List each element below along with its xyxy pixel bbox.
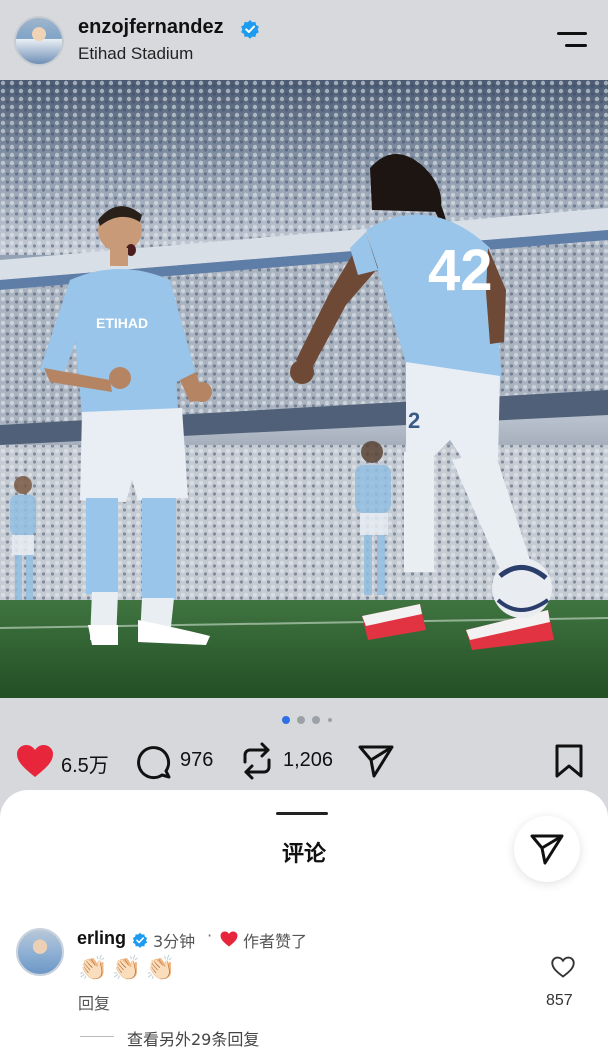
- comment-time: 3分钟: [153, 932, 196, 951]
- carousel-dot: [297, 716, 305, 724]
- share-send-icon[interactable]: [358, 744, 394, 778]
- author-liked-label: 作者赞了: [243, 932, 308, 951]
- comment-like-heart-icon[interactable]: [551, 956, 575, 978]
- author-liked-heart-icon: [220, 931, 238, 947]
- carousel-dot: [312, 716, 320, 724]
- comment-icon[interactable]: [136, 744, 172, 780]
- view-more-replies[interactable]: 查看另外29条回复: [127, 1026, 259, 1048]
- send-icon: [530, 834, 564, 865]
- post-actions: 6.5万 976 1,206: [0, 736, 608, 786]
- bookmark-icon[interactable]: [554, 744, 584, 778]
- comments-sheet: 评论 erling 3分钟 · 作者赞了 👏🏻👏🏻👏🏻 回复 857 查看另外2…: [0, 790, 608, 1048]
- reply-button[interactable]: 回复: [78, 990, 110, 1014]
- carousel-dot: [328, 718, 332, 722]
- comment-count[interactable]: 976: [180, 749, 213, 772]
- sheet-drag-handle[interactable]: [276, 812, 328, 815]
- svg-text:ETIHAD: ETIHAD: [96, 315, 148, 331]
- carousel-indicator: [282, 714, 352, 726]
- divider: [80, 1036, 114, 1037]
- username[interactable]: enzojfernandez: [78, 16, 224, 39]
- post-header: enzojfernandez Etihad Stadium: [0, 0, 608, 80]
- share-button[interactable]: [514, 816, 580, 882]
- verified-badge-icon: [132, 932, 148, 948]
- menu-icon[interactable]: [554, 28, 588, 52]
- verified-badge-icon: [241, 20, 259, 39]
- like-count[interactable]: 6.5万: [61, 749, 109, 778]
- commenter-avatar[interactable]: [16, 928, 64, 976]
- jersey-number: 42: [428, 238, 493, 303]
- commenter-username[interactable]: erling: [77, 928, 126, 949]
- comment-text: 👏🏻👏🏻👏🏻: [78, 954, 180, 982]
- like-heart-icon[interactable]: [16, 744, 54, 778]
- carousel-dot-active: [282, 716, 290, 724]
- comment-like-count: 857: [546, 992, 573, 1009]
- repost-icon[interactable]: [240, 742, 274, 780]
- post-photo[interactable]: ETIHAD 42 2: [0, 80, 608, 698]
- separator-dot: ·: [207, 926, 213, 945]
- svg-text:2: 2: [408, 408, 420, 433]
- post-location[interactable]: Etihad Stadium: [78, 44, 193, 64]
- repost-count[interactable]: 1,206: [283, 749, 333, 772]
- post-image: ETIHAD 42 2: [0, 80, 608, 698]
- profile-avatar[interactable]: [14, 16, 64, 66]
